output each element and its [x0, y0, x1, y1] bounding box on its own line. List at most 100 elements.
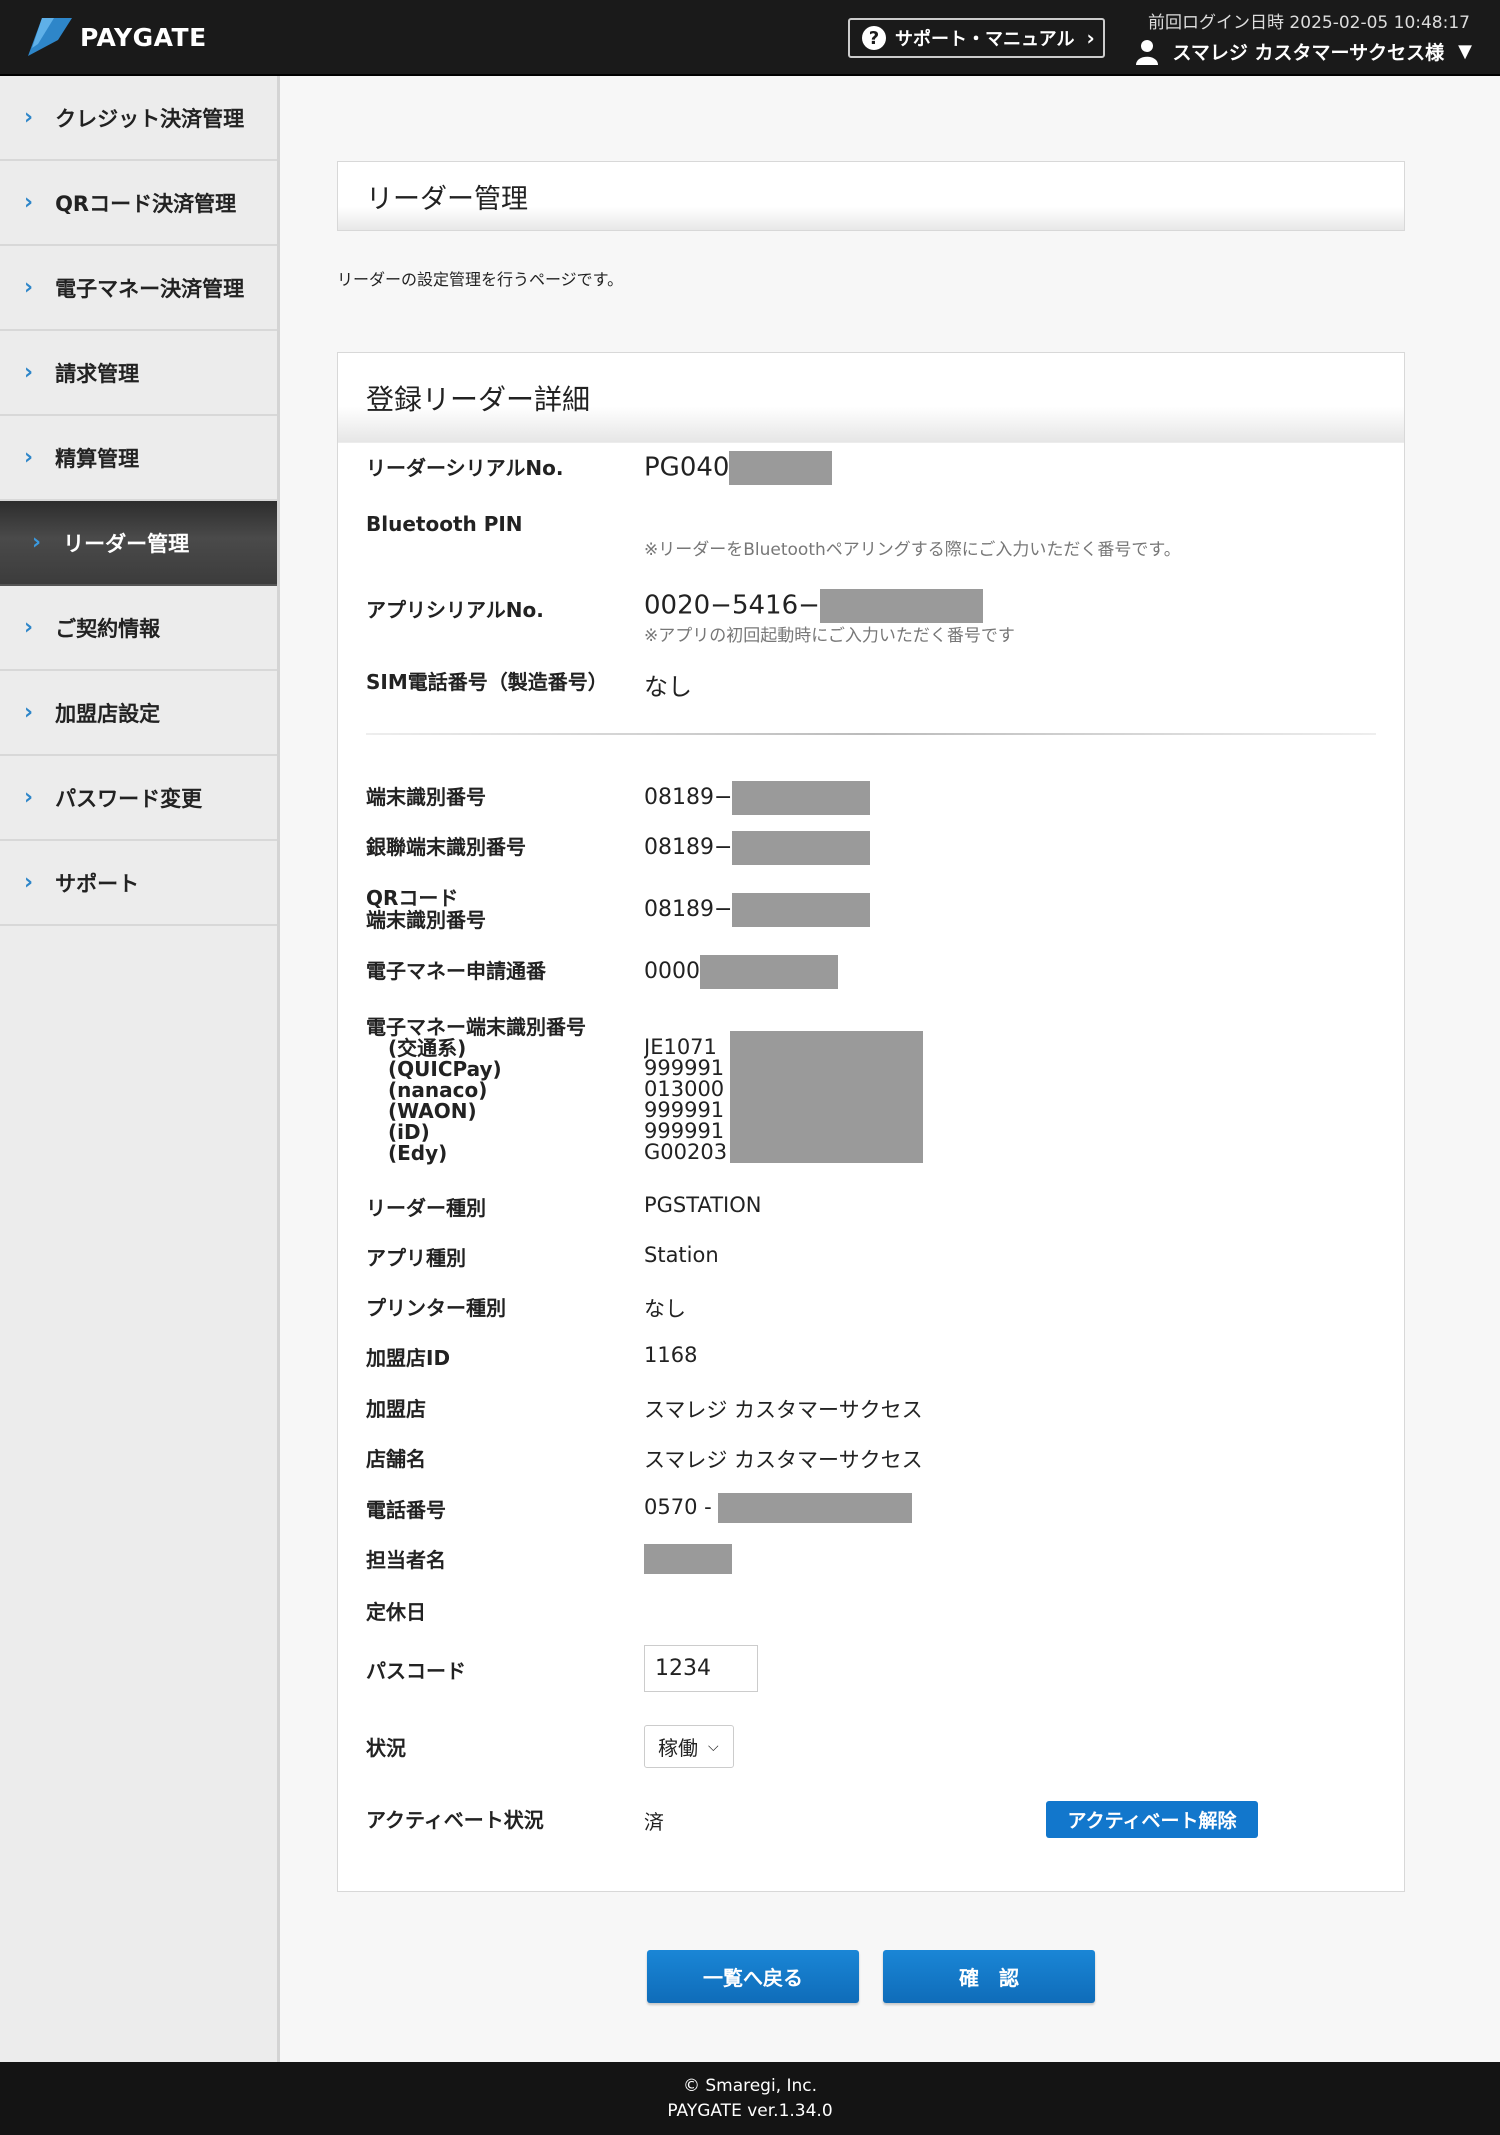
- serial-value-text: PG040: [644, 452, 730, 483]
- unionpay-id-label: 銀聯端末識別番号: [366, 835, 526, 859]
- paygate-logo-icon: [28, 18, 72, 56]
- chevron-right-icon: ›: [24, 615, 34, 640]
- bluetooth-pin-note: ※リーダーをBluetoothペアリングする際にご入力いただく番号です。: [644, 540, 1181, 560]
- app-serial-value-text: 0020−5416−: [644, 590, 820, 621]
- app-serial-note: ※アプリの初回起動時にご入力いただく番号です: [644, 626, 1015, 646]
- app-type-row: アプリ種別 Station: [366, 1243, 1366, 1273]
- sidebar-item-label: 加盟店設定: [55, 701, 161, 726]
- unionpay-id-value-text: 08189−: [644, 835, 733, 860]
- emoney-brand-label: (Edy): [388, 1141, 448, 1165]
- terminal-id-label: 端末識別番号: [366, 785, 486, 809]
- sidebar-item-label: ご契約情報: [55, 616, 161, 641]
- support-manual-button[interactable]: ? サポート・マニュアル ›: [848, 18, 1105, 58]
- section-divider: [366, 733, 1376, 735]
- chevron-right-icon: ›: [24, 445, 34, 470]
- merchant-id-label: 加盟店ID: [366, 1346, 451, 1370]
- sim-row: SIM電話番号（製造番号） なし: [366, 667, 1366, 701]
- footer: © Smaregi, Inc. PAYGATE ver.1.34.0: [0, 2062, 1500, 2135]
- emoney-app-row: 電子マネー申請通番 0000: [366, 953, 1366, 989]
- emoney-terminal-row: 電子マネー端末識別番号 (交通系) (QUICPay) (nanaco) (WA…: [366, 1017, 1366, 1164]
- sidebar-item-label: 精算管理: [55, 446, 140, 471]
- bluetooth-pin-row: Bluetooth PIN ※リーダーをBluetoothペアリングする際にご入…: [366, 513, 1366, 573]
- user-menu[interactable]: スマレジ カスタマーサクセス様 ▼: [1136, 38, 1472, 65]
- version: PAYGATE ver.1.34.0: [667, 2101, 833, 2121]
- emoney-brand-label: (WAON): [388, 1099, 477, 1123]
- qr-terminal-id-row: QRコード 端末識別番号 08189−: [366, 887, 1366, 931]
- redacted-block: [732, 893, 871, 927]
- unionpay-id-value: 08189−: [644, 831, 871, 865]
- sidebar-item-label: パスワード変更: [55, 786, 203, 811]
- merchant-id-row: 加盟店ID 1168: [366, 1343, 1366, 1373]
- printer-type-label: プリンター種別: [366, 1296, 506, 1320]
- redacted-block: [732, 831, 871, 865]
- sidebar-item-contract[interactable]: › ご契約情報: [0, 586, 277, 671]
- printer-type-row: プリンター種別 なし: [366, 1293, 1366, 1323]
- phone-value: 0570 -: [644, 1493, 913, 1523]
- app-type-value: Station: [644, 1243, 719, 1267]
- sidebar-item-emoney[interactable]: › 電子マネー決済管理: [0, 246, 277, 331]
- holiday-row: 定休日: [366, 1597, 1366, 1627]
- status-select-value: 稼働: [658, 1736, 698, 1760]
- holiday-label: 定休日: [366, 1600, 426, 1624]
- sidebar-item-reader[interactable]: › リーダー管理: [0, 501, 277, 586]
- emoney-terminal-title: 電子マネー端末識別番号: [366, 1015, 586, 1039]
- redacted-block: [718, 1493, 913, 1523]
- sidebar-item-support[interactable]: › サポート: [0, 841, 277, 926]
- redacted-block: [819, 589, 983, 623]
- sidebar-item-label: QRコード決済管理: [55, 191, 237, 216]
- sidebar-item-billing[interactable]: › 請求管理: [0, 331, 277, 416]
- status-row: 状況 稼働 ⌵: [366, 1725, 1366, 1769]
- sidebar-item-password[interactable]: › パスワード変更: [0, 756, 277, 841]
- paygate-logo[interactable]: PAYGATE: [28, 18, 207, 56]
- passcode-row: パスコード 1234: [366, 1645, 1366, 1693]
- emoney-terminal-label: 電子マネー端末識別番号 (交通系) (QUICPay) (nanaco) (WA…: [366, 1017, 586, 1164]
- back-to-list-button[interactable]: 一覧へ戻る: [647, 1950, 859, 2003]
- terminal-id-row: 端末識別番号 08189−: [366, 779, 1366, 815]
- sidebar-item-settlement[interactable]: › 精算管理: [0, 416, 277, 501]
- unionpay-id-row: 銀聯端末識別番号 08189−: [366, 829, 1366, 865]
- sim-value: なし: [644, 673, 692, 701]
- passcode-input[interactable]: 1234: [644, 1645, 758, 1692]
- passcode-label: パスコード: [366, 1659, 466, 1683]
- staff-value: [644, 1544, 732, 1574]
- deactivate-button[interactable]: アクティベート解除: [1046, 1801, 1258, 1838]
- sidebar-item-qr[interactable]: › QRコード決済管理: [0, 161, 277, 246]
- chevron-right-icon: ›: [24, 105, 34, 130]
- activation-row: アクティベート状況 済 アクティベート解除: [366, 1801, 1366, 1839]
- phone-value-text: 0570 -: [644, 1495, 712, 1519]
- caret-down-icon: ▼: [1458, 41, 1472, 62]
- sidebar-item-credit[interactable]: › クレジット決済管理: [0, 76, 277, 161]
- reader-type-value: PGSTATION: [644, 1193, 762, 1217]
- emoney-app-value-text: 0000: [644, 959, 700, 984]
- sidebar-nav: › クレジット決済管理 › QRコード決済管理 › 電子マネー決済管理 › 請求管理 ›…: [0, 76, 280, 2062]
- sidebar-item-label: 請求管理: [55, 361, 140, 386]
- app-serial-row: アプリシリアルNo. 0020−5416− ※アプリの初回起動時にご入力いただく…: [366, 589, 1366, 651]
- chevron-down-icon: ⌵: [708, 1738, 719, 1755]
- terminal-id-value-text: 08189−: [644, 785, 733, 810]
- store-row: 店舗名 スマレジ カスタマーサクセス: [366, 1444, 1366, 1474]
- sidebar-item-merchant-settings[interactable]: › 加盟店設定: [0, 671, 277, 756]
- status-select[interactable]: 稼働 ⌵: [644, 1725, 734, 1768]
- emoney-app-value: 0000: [644, 955, 838, 989]
- qr-label-line1: QRコード: [366, 886, 459, 910]
- sim-label: SIM電話番号（製造番号）: [366, 670, 608, 694]
- serial-row: リーダーシリアルNo. PG040: [366, 451, 1366, 485]
- activation-label: アクティベート状況: [366, 1808, 544, 1832]
- user-icon: [1136, 39, 1159, 65]
- chevron-right-icon: ›: [24, 870, 34, 895]
- chevron-right-icon: ›: [24, 360, 34, 385]
- chevron-right-icon: ›: [24, 785, 34, 810]
- redacted-block: [700, 955, 838, 989]
- merchant-value: スマレジ カスタマーサクセス: [644, 1398, 923, 1422]
- sidebar-item-label: サポート: [55, 871, 140, 896]
- app-serial-value: 0020−5416−: [644, 589, 983, 623]
- printer-type-value: なし: [644, 1297, 686, 1321]
- app-type-label: アプリ種別: [366, 1246, 466, 1270]
- emoney-app-label: 電子マネー申請通番: [366, 959, 546, 983]
- confirm-button[interactable]: 確 認: [883, 1950, 1095, 2003]
- merchant-id-value: 1168: [644, 1343, 698, 1367]
- emoney-brand-label: (交通系): [388, 1036, 467, 1060]
- emoney-brand-label: (nanaco): [388, 1078, 488, 1102]
- redacted-block: [729, 451, 833, 485]
- last-login-time: 前回ログイン日時 2025-02-05 10:48:17: [1148, 13, 1470, 33]
